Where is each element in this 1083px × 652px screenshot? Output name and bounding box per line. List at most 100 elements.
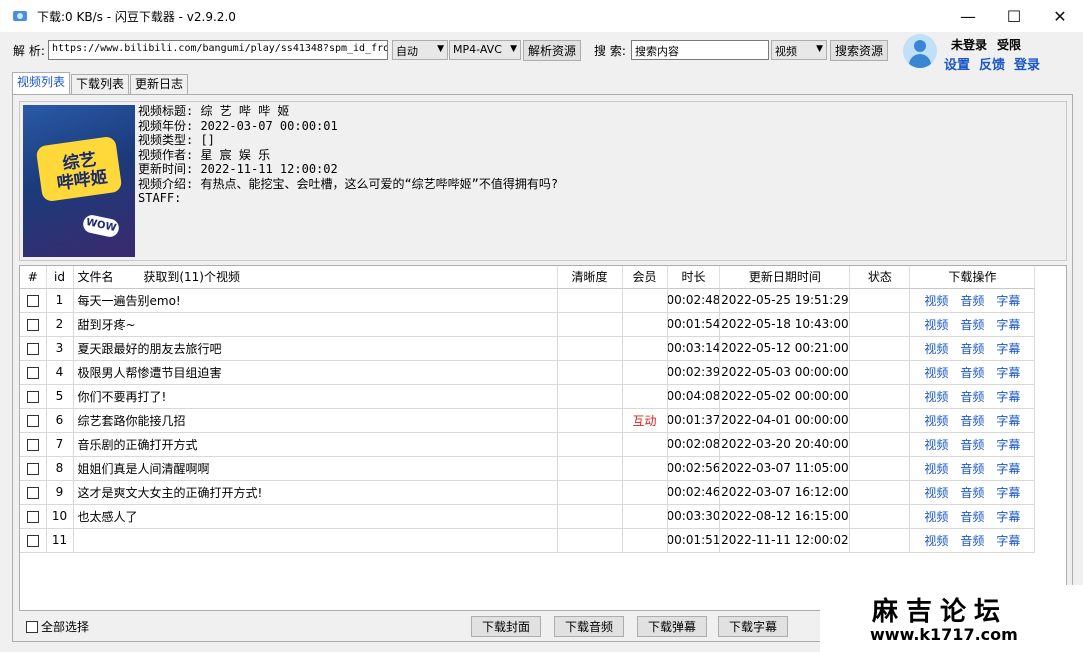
download-cover-button[interactable]: 下载封面 <box>471 616 541 637</box>
row-checkbox-cell[interactable] <box>20 288 47 313</box>
search-type-select[interactable]: 视频 ▼ <box>771 40 827 60</box>
col-check[interactable]: # <box>20 266 47 289</box>
download-audio-button[interactable]: 下载音频 <box>554 616 624 637</box>
watermark-title: 麻吉论坛 <box>872 597 1009 627</box>
col-ops[interactable]: 下载操作 <box>909 266 1036 289</box>
download-audio-link[interactable]: 音频 <box>960 388 984 405</box>
download-subtitle-link[interactable]: 字幕 <box>996 316 1020 333</box>
download-audio-link[interactable]: 音频 <box>960 532 984 549</box>
download-video-link[interactable]: 视频 <box>924 316 948 333</box>
download-audio-link[interactable]: 音频 <box>960 436 984 453</box>
col-filename[interactable]: 文件名 获取到(11)个视频 <box>73 266 558 289</box>
table-row[interactable]: 2 甜到牙疼~ 00:01:54 2022-05-18 10:43:00 视频 音频 字幕 <box>20 312 1036 337</box>
col-status[interactable]: 状态 <box>849 266 911 289</box>
minimize-button[interactable]: — <box>945 0 991 32</box>
download-subtitle-link[interactable]: 字幕 <box>996 508 1020 525</box>
row-checkbox[interactable] <box>26 462 39 475</box>
parse-button[interactable]: 解析资源 <box>523 40 581 61</box>
download-subtitle-link[interactable]: 字幕 <box>996 388 1020 405</box>
row-checkbox[interactable] <box>26 342 39 355</box>
download-subtitle-link[interactable]: 字幕 <box>996 460 1020 477</box>
url-input[interactable]: https://www.bilibili.com/bangumi/play/ss… <box>48 40 388 60</box>
download-audio-link[interactable]: 音频 <box>960 340 984 357</box>
maximize-button[interactable]: ☐ <box>991 0 1037 32</box>
download-subtitle-link[interactable]: 字幕 <box>996 340 1020 357</box>
download-subtitle-button[interactable]: 下载字幕 <box>718 616 788 637</box>
tab-download-list[interactable]: 下载列表 <box>71 74 130 94</box>
table-row[interactable]: 3 夏天跟最好的朋友去旅行吧 00:03:14 2022-05-12 00:21:00… <box>20 336 1036 361</box>
download-audio-link[interactable]: 音频 <box>960 364 984 381</box>
download-audio-link[interactable]: 音频 <box>960 292 984 309</box>
row-checkbox-cell[interactable] <box>20 408 47 433</box>
select-all-checkbox[interactable] <box>26 620 38 633</box>
feedback-link[interactable]: 反馈 <box>979 54 1005 73</box>
tab-video-list[interactable]: 视频列表 <box>12 72 71 94</box>
table-row[interactable]: 8 姐姐们真是人间清醒啊啊 00:02:56 2022-03-07 11:05:00 视… <box>20 456 1036 481</box>
format-select[interactable]: MP4-AVC ▼ <box>449 40 521 60</box>
search-button[interactable]: 搜索资源 <box>830 40 888 61</box>
col-id[interactable]: id <box>46 266 74 289</box>
download-video-link[interactable]: 视频 <box>924 436 948 453</box>
select-all[interactable]: 全部选择 <box>26 618 89 635</box>
download-danmaku-button[interactable]: 下载弹幕 <box>637 616 707 637</box>
row-checkbox-cell[interactable] <box>20 504 47 529</box>
row-checkbox-cell[interactable] <box>20 456 47 481</box>
col-quality[interactable]: 清晰度 <box>557 266 623 289</box>
row-checkbox-cell[interactable] <box>20 336 47 361</box>
tab-changelog[interactable]: 更新日志 <box>130 74 189 94</box>
row-checkbox-cell[interactable] <box>20 528 47 553</box>
search-input[interactable]: 搜索内容 <box>631 40 769 60</box>
row-checkbox-cell[interactable] <box>20 480 47 505</box>
download-subtitle-link[interactable]: 字幕 <box>996 412 1020 429</box>
row-checkbox[interactable] <box>26 366 39 379</box>
table-row[interactable]: 7 音乐剧的正确打开方式 00:02:08 2022-03-20 20:40:00 视频… <box>20 432 1036 457</box>
table-row[interactable]: 9 这才是爽文大女主的正确打开方式! 00:02:46 2022-03-07 16:1… <box>20 480 1036 505</box>
download-video-link[interactable]: 视频 <box>924 484 948 501</box>
download-video-link[interactable]: 视频 <box>924 532 948 549</box>
table-row[interactable]: 5 你们不要再打了! 00:04:08 2022-05-02 00:00:00 视频 音频… <box>20 384 1036 409</box>
row-checkbox[interactable] <box>26 390 39 403</box>
col-vip[interactable]: 会员 <box>622 266 668 289</box>
row-checkbox-cell[interactable] <box>20 312 47 337</box>
download-video-link[interactable]: 视频 <box>924 460 948 477</box>
download-video-link[interactable]: 视频 <box>924 412 948 429</box>
download-subtitle-link[interactable]: 字幕 <box>996 436 1020 453</box>
download-video-link[interactable]: 视频 <box>924 292 948 309</box>
avatar-icon[interactable] <box>903 34 937 68</box>
download-audio-link[interactable]: 音频 <box>960 412 984 429</box>
row-ops: 视频 音频 字幕 <box>909 432 1036 457</box>
row-checkbox[interactable] <box>26 438 39 451</box>
download-subtitle-link[interactable]: 字幕 <box>996 364 1020 381</box>
download-video-link[interactable]: 视频 <box>924 388 948 405</box>
table-row[interactable]: 6 综艺套路你能接几招 互动 00:01:37 2022-04-01 00:00:00 视… <box>20 408 1036 433</box>
row-checkbox-cell[interactable] <box>20 432 47 457</box>
col-updated[interactable]: 更新日期时间 <box>719 266 851 289</box>
row-checkbox[interactable] <box>26 294 39 307</box>
table-row[interactable]: 4 极限男人帮惨遭节目组迫害 00:02:39 2022-05-03 00:00:00… <box>20 360 1036 385</box>
download-video-link[interactable]: 视频 <box>924 340 948 357</box>
settings-link[interactable]: 设置 <box>944 54 970 73</box>
download-audio-link[interactable]: 音频 <box>960 460 984 477</box>
row-checkbox[interactable] <box>26 318 39 331</box>
download-subtitle-link[interactable]: 字幕 <box>996 532 1020 549</box>
download-audio-link[interactable]: 音频 <box>960 316 984 333</box>
row-checkbox[interactable] <box>26 510 39 523</box>
download-video-link[interactable]: 视频 <box>924 364 948 381</box>
close-button[interactable]: ✕ <box>1037 0 1083 32</box>
download-video-link[interactable]: 视频 <box>924 508 948 525</box>
table-row[interactable]: 11 00:01:51 2022-11-11 12:00:02 视频 音频 字幕 <box>20 528 1036 553</box>
row-checkbox-cell[interactable] <box>20 360 47 385</box>
table-row[interactable]: 1 每天一遍告别emo! 00:02:48 2022-05-25 19:51:29 视频… <box>20 288 1036 313</box>
download-audio-link[interactable]: 音频 <box>960 508 984 525</box>
login-link[interactable]: 登录 <box>1014 54 1040 73</box>
download-subtitle-link[interactable]: 字幕 <box>996 484 1020 501</box>
download-subtitle-link[interactable]: 字幕 <box>996 292 1020 309</box>
table-row[interactable]: 10 也太感人了 00:03:30 2022-08-12 16:15:00 视频 音频 字幕 <box>20 504 1036 529</box>
row-checkbox-cell[interactable] <box>20 384 47 409</box>
download-audio-link[interactable]: 音频 <box>960 484 984 501</box>
row-checkbox[interactable] <box>26 534 39 547</box>
quality-select[interactable]: 自动 ▼ <box>392 40 448 60</box>
col-duration[interactable]: 时长 <box>667 266 721 289</box>
row-checkbox[interactable] <box>26 414 39 427</box>
row-checkbox[interactable] <box>26 486 39 499</box>
